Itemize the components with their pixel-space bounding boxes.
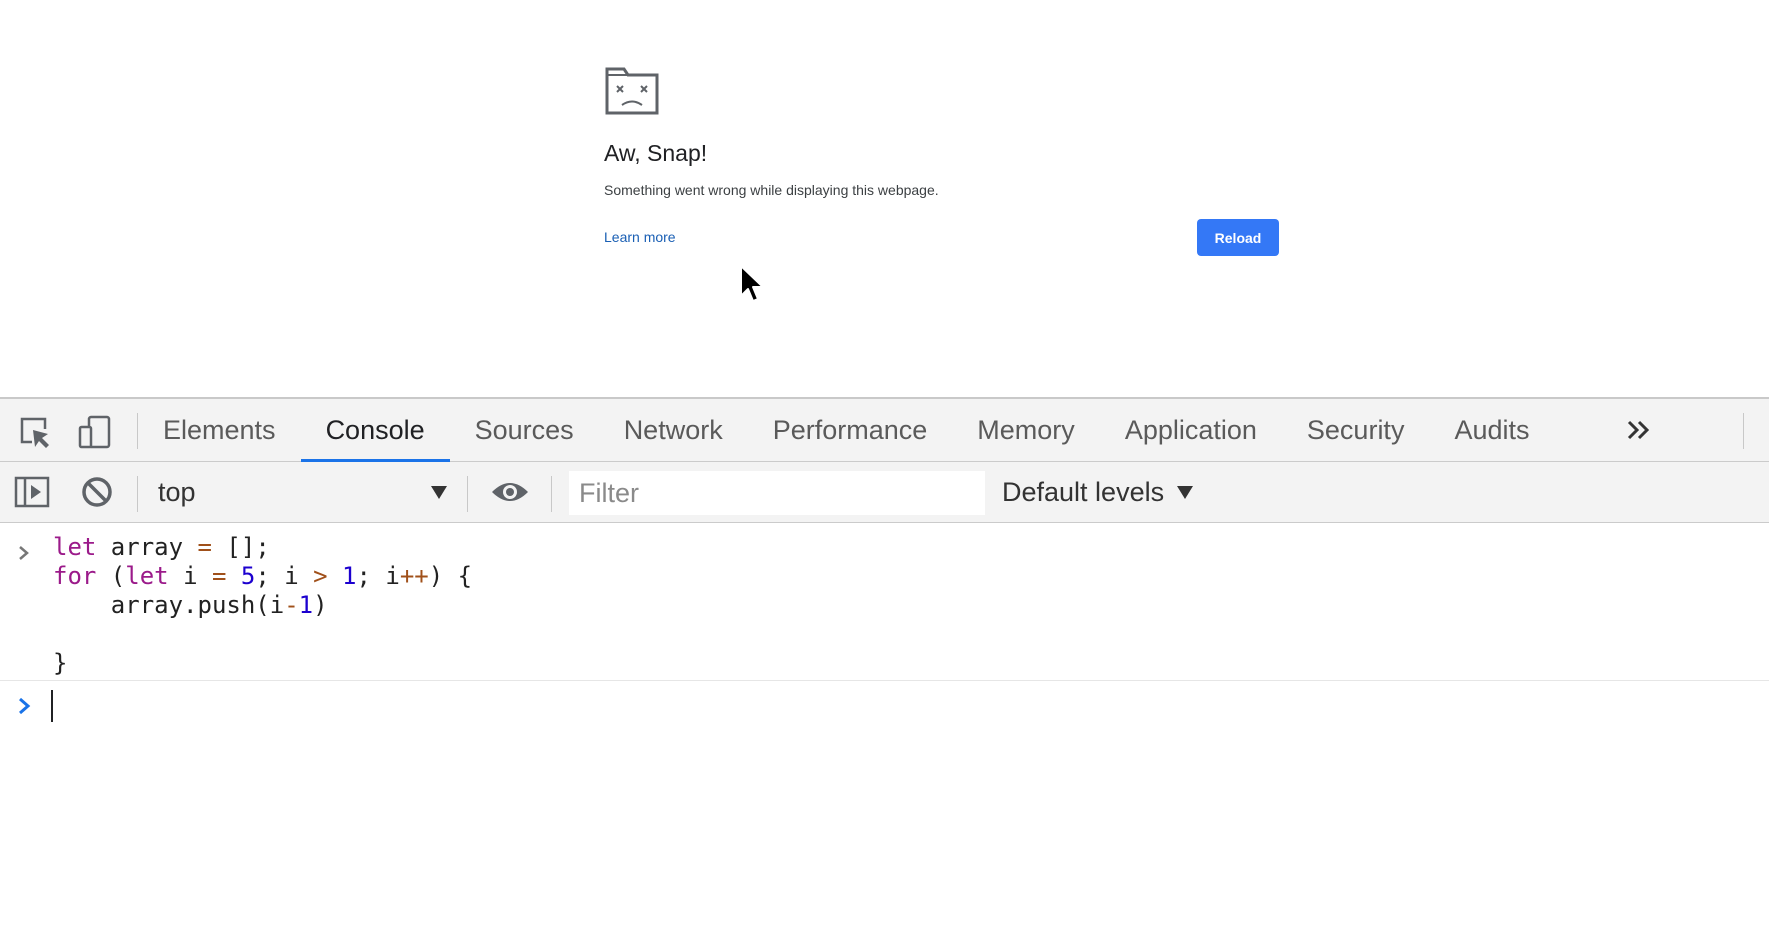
eye-icon[interactable]	[490, 477, 530, 507]
learn-more-link[interactable]: Learn more	[604, 229, 676, 245]
tab-elements[interactable]: Elements	[138, 399, 301, 461]
tab-network[interactable]: Network	[599, 399, 748, 461]
devtools-panel: Elements Console Sources Network Perform…	[0, 397, 1769, 936]
console-entry-code: let array = []; for (let i = 5; i > 1; i+…	[53, 533, 472, 678]
devtools-main-toolbar: Elements Console Sources Network Perform…	[0, 399, 1769, 462]
error-title: Aw, Snap!	[604, 140, 708, 166]
error-message: Something went wrong while displaying th…	[604, 182, 939, 198]
sad-tab-page: Aw, Snap! Something went wrong while dis…	[0, 0, 1769, 397]
filter-input[interactable]	[569, 471, 985, 515]
tab-sources[interactable]: Sources	[450, 399, 599, 461]
clear-console-icon[interactable]	[80, 475, 114, 509]
caret-down-icon	[1177, 486, 1194, 499]
console-entry: let array = []; for (let i = 5; i > 1; i+…	[0, 523, 1769, 681]
sad-tab-icon	[605, 67, 659, 115]
log-levels-select[interactable]: Default levels	[1002, 470, 1194, 514]
console-output[interactable]: let array = []; for (let i = 5; i > 1; i+…	[0, 523, 1769, 936]
device-toggle-icon[interactable]	[78, 415, 112, 449]
context-value: top	[158, 476, 196, 507]
prompt-chevron-icon	[19, 697, 31, 715]
tab-application[interactable]: Application	[1100, 399, 1282, 461]
tab-audits[interactable]: Audits	[1429, 399, 1554, 461]
tab-memory[interactable]: Memory	[952, 399, 1100, 461]
context-select[interactable]: top	[158, 470, 456, 514]
code-line: }	[53, 649, 68, 677]
toolbar-divider	[1743, 413, 1744, 449]
inspect-element-icon[interactable]	[18, 415, 52, 449]
console-toolbar: top Default levels	[0, 462, 1769, 523]
toolbar-divider	[137, 476, 138, 512]
caret-down-icon	[431, 486, 447, 499]
toolbar-divider	[551, 476, 552, 512]
code-line: for (let i = 5; i > 1; i++) {	[53, 562, 473, 590]
more-tabs-icon[interactable]	[1624, 413, 1654, 447]
tab-performance[interactable]: Performance	[748, 399, 953, 461]
chevron-right-icon	[19, 546, 29, 560]
tab-security[interactable]: Security	[1282, 399, 1430, 461]
code-line: let array = [];	[53, 533, 270, 561]
log-levels-label: Default levels	[1002, 476, 1165, 507]
reload-button[interactable]: Reload	[1197, 219, 1279, 256]
mouse-cursor-icon	[740, 265, 764, 302]
console-prompt-input[interactable]	[51, 690, 53, 722]
tab-console[interactable]: Console	[300, 399, 450, 462]
toolbar-divider	[467, 476, 468, 512]
code-line: array.push(i-1)	[53, 591, 328, 619]
devtools-tabs: Elements Console Sources Network Perform…	[138, 399, 1555, 462]
sidebar-toggle-icon[interactable]	[14, 476, 50, 508]
